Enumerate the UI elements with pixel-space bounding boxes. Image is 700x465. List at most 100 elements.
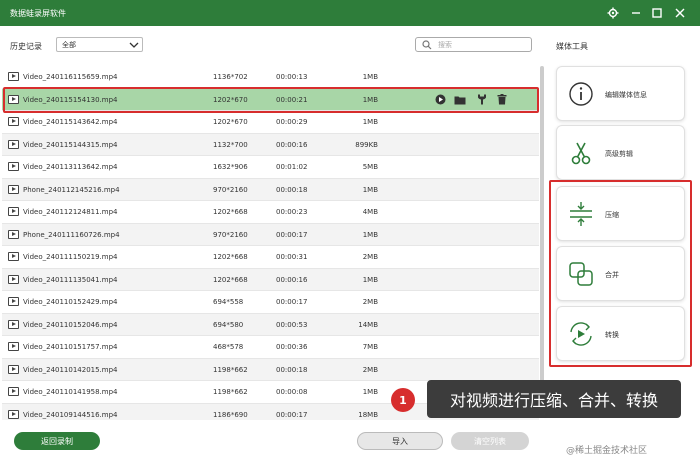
table-row[interactable]: Video_240111150219.mp4 1202*668 00:00:31 2M… — [2, 246, 539, 269]
file-resolution: 1632*906 — [213, 163, 248, 171]
info-icon — [567, 80, 595, 108]
video-file-icon — [8, 229, 19, 239]
file-resolution: 970*2160 — [213, 185, 248, 194]
file-size: 1MB — [362, 118, 378, 126]
file-size: 18MB — [358, 410, 378, 419]
video-file-icon — [8, 342, 19, 351]
table-row[interactable]: Video_240110151757.mp4 468*578 00:00:36 7MB — [2, 336, 539, 359]
step-badge: 1 — [391, 388, 415, 412]
table-row[interactable]: Video_240110152046.mp4 694*580 00:00:53 14M… — [2, 313, 539, 336]
file-resolution: 1202*668 — [213, 208, 248, 216]
file-name: Video_240110141958.mp4 — [23, 388, 118, 396]
file-size: 1MB — [362, 388, 378, 396]
file-size: 1MB — [362, 230, 378, 239]
video-file-icon — [8, 319, 19, 329]
file-name: Video_240110152046.mp4 — [23, 320, 118, 329]
file-resolution: 1136*702 — [213, 73, 248, 81]
file-resolution: 970*2160 — [213, 230, 248, 239]
file-size: 2MB — [362, 298, 378, 306]
file-name: Video_240110142015.mp4 — [23, 365, 118, 374]
import-button[interactable]: 导入 — [357, 432, 443, 450]
advanced-clip-button[interactable]: 高级剪辑 — [556, 125, 685, 180]
file-name: Phone_240112145216.mp4 — [23, 185, 120, 194]
file-size: 899KB — [355, 140, 378, 149]
file-resolution: 694*558 — [213, 298, 244, 306]
list-scrollbar[interactable] — [540, 66, 544, 396]
video-file-icon — [8, 297, 19, 306]
video-file-icon — [8, 274, 19, 284]
video-file-icon — [8, 72, 19, 81]
tools-highlight-box — [549, 180, 692, 367]
file-resolution: 468*578 — [213, 343, 244, 351]
video-file-icon — [8, 139, 19, 149]
scissors-icon — [567, 139, 595, 167]
search-input[interactable]: 搜索 — [415, 37, 532, 52]
edit-media-info-button[interactable]: 编辑媒体信息 — [556, 66, 685, 121]
close-icon[interactable] — [671, 4, 689, 22]
file-name: Video_240110152429.mp4 — [23, 298, 118, 306]
file-size: 4MB — [362, 208, 378, 216]
table-row[interactable]: Video_240110152429.mp4 694*558 00:00:17 2MB — [2, 291, 539, 314]
video-file-icon — [8, 387, 19, 396]
history-label: 历史记录 — [10, 42, 42, 51]
minimize-icon[interactable] — [627, 4, 645, 22]
file-resolution: 1202*668 — [213, 253, 248, 261]
file-name: Video_240115143642.mp4 — [23, 118, 118, 126]
file-name: Video_240115144315.mp4 — [23, 140, 118, 149]
file-size: 2MB — [362, 253, 378, 261]
table-row[interactable]: Phone_240112145216.mp4 970*2160 00:00:18 1M… — [2, 178, 539, 201]
file-resolution: 1202*668 — [213, 275, 248, 284]
search-placeholder: 搜索 — [438, 41, 452, 49]
gear-icon[interactable] — [604, 4, 622, 22]
chevron-down-icon — [129, 41, 139, 51]
file-resolution: 1202*670 — [213, 118, 248, 126]
back-to-record-button[interactable]: 返回录制 — [14, 432, 100, 450]
file-size: 1MB — [362, 185, 378, 194]
maximize-icon[interactable] — [648, 4, 666, 22]
file-name: Video_240111135041.mp4 — [23, 275, 118, 284]
video-file-icon — [8, 184, 19, 194]
search-icon — [422, 40, 432, 52]
file-name: Phone_240111160726.mp4 — [23, 230, 120, 239]
file-size: 7MB — [362, 343, 378, 351]
table-row[interactable]: Video_240110142015.mp4 1198*662 00:00:18 2M… — [2, 358, 539, 381]
table-row[interactable]: Video_240113113642.mp4 1632*906 00:01:02 5M… — [2, 156, 539, 179]
watermark: @稀土掘金技术社区 — [566, 446, 648, 456]
selected-row-highlight — [3, 87, 539, 113]
history-filter-select[interactable]: 全部 — [56, 37, 143, 52]
file-size: 14MB — [358, 320, 378, 329]
advanced-clip-label: 高级剪辑 — [605, 150, 633, 158]
file-size: 2MB — [362, 365, 378, 374]
media-tools-title: 媒体工具 — [556, 42, 588, 51]
window-title: 数据蛙录屏软件 — [10, 9, 66, 18]
video-file-icon — [8, 364, 19, 374]
video-file-icon — [8, 409, 19, 419]
annotation-callout: 对视频进行压缩、合并、转换 — [427, 380, 681, 418]
file-size: 5MB — [362, 163, 378, 171]
file-name: Video_240109144516.mp4 — [23, 410, 118, 419]
file-resolution: 1198*662 — [213, 365, 248, 374]
file-name: Video_240113113642.mp4 — [23, 163, 118, 171]
video-file-icon — [8, 252, 19, 261]
table-row[interactable]: Video_240116115659.mp4 1136*702 00:00:13 1M… — [2, 66, 539, 89]
table-row[interactable]: Phone_240111160726.mp4 970*2160 00:00:17 1M… — [2, 223, 539, 246]
clear-list-button[interactable]: 清空列表 — [451, 432, 529, 450]
table-row[interactable]: Video_240112124811.mp4 1202*668 00:00:23 4M… — [2, 201, 539, 224]
history-filter-value: 全部 — [62, 41, 76, 49]
file-resolution: 1198*662 — [213, 388, 248, 396]
file-size: 1MB — [362, 275, 378, 284]
video-file-icon — [8, 207, 19, 216]
edit-media-info-label: 编辑媒体信息 — [605, 91, 647, 99]
title-bar: 数据蛙录屏软件 — [0, 0, 700, 26]
video-file-icon — [8, 117, 19, 126]
file-resolution: 1132*700 — [213, 140, 248, 149]
table-row[interactable]: Video_240111135041.mp4 1202*668 00:00:16 1M… — [2, 268, 539, 291]
file-resolution: 1186*690 — [213, 410, 248, 419]
recording-history-list: Video_240116115659.mp4 1136*702 00:00:13 1M… — [2, 66, 539, 420]
file-name: Video_240110151757.mp4 — [23, 343, 118, 351]
table-row[interactable]: Video_240115144315.mp4 1132*700 00:00:16 89… — [2, 133, 539, 156]
file-size: 1MB — [362, 73, 378, 81]
video-file-icon — [8, 162, 19, 171]
file-resolution: 694*580 — [213, 320, 244, 329]
table-row[interactable]: Video_240115143642.mp4 1202*670 00:00:29 1M… — [2, 111, 539, 134]
